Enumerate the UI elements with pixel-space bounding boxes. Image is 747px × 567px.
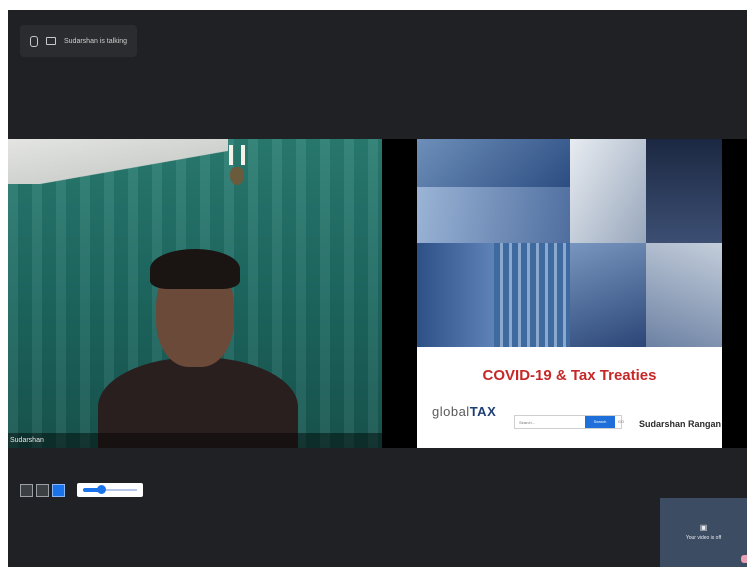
wall-lamp	[226, 145, 248, 187]
speaker-view-icon[interactable]	[20, 484, 33, 497]
slide-title: COVID-19 & Tax Treaties	[482, 367, 657, 384]
zoom-knob[interactable]	[97, 485, 106, 494]
self-view-tile[interactable]: ▣ Your video is off	[660, 498, 747, 567]
layout-controls	[20, 484, 65, 497]
self-view-status: Your video is off	[685, 535, 722, 541]
tiled-view-icon[interactable]	[52, 484, 65, 497]
sidebar-view-icon[interactable]	[36, 484, 49, 497]
meeting-window: Sudarshan is talking Sudarshan COVID-19 …	[8, 10, 747, 567]
microphone-icon	[30, 35, 38, 47]
camera-icon	[46, 37, 56, 45]
slide-search-button: Search	[585, 416, 615, 428]
slide-go-button: GO	[617, 419, 625, 424]
camera-off-icon: ▣	[699, 523, 708, 532]
self-view-indicator	[741, 555, 747, 563]
video-ceiling	[8, 139, 228, 184]
talking-indicator-text: Sudarshan is talking	[64, 37, 128, 45]
participant-name-label: Sudarshan	[8, 433, 382, 448]
logo-main: TAX	[469, 404, 497, 419]
participant-video-tile[interactable]: Sudarshan	[8, 139, 382, 448]
talking-indicator: Sudarshan is talking	[20, 25, 138, 57]
zoom-slider[interactable]	[77, 483, 143, 497]
presentation-slide: COVID-19 & Tax Treaties globalTAX Search…	[417, 139, 722, 448]
globaltax-logo: globalTAX	[432, 404, 496, 419]
slide-author: Sudarshan Rangan	[639, 419, 722, 429]
shared-screen-tile[interactable]: COVID-19 & Tax Treaties globalTAX Search…	[382, 139, 747, 448]
slide-image-collage	[417, 139, 722, 347]
logo-prefix: global	[432, 404, 470, 419]
participant-person	[98, 249, 298, 448]
